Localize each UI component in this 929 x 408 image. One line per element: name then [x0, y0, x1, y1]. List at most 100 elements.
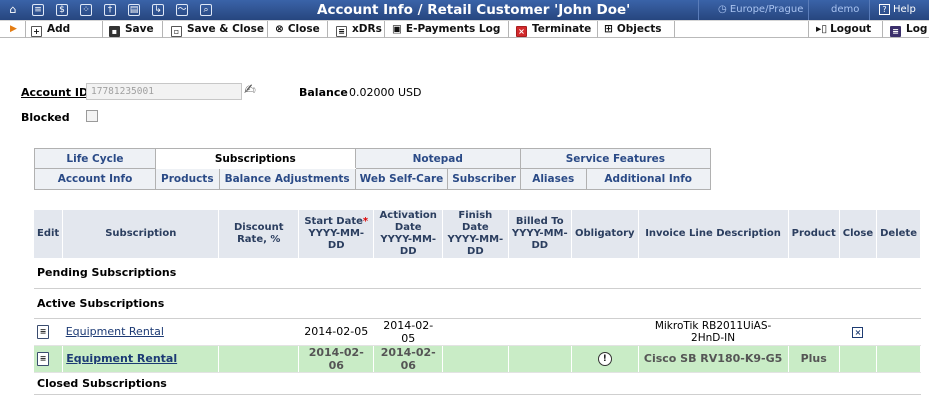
logout-button[interactable]: ▸▯ Logout — [816, 21, 871, 38]
section-pending: Pending Subscriptions — [34, 258, 921, 289]
obligatory-cell — [571, 318, 639, 346]
col-subscription[interactable]: Subscription — [62, 210, 220, 258]
user-name[interactable]: demo — [831, 4, 859, 15]
account-id-label[interactable]: Account ID — [21, 86, 88, 99]
tab-bar: Life Cycle Subscriptions Notepad Service… — [34, 148, 711, 190]
objects-button[interactable]: ⊞ Objects — [604, 21, 661, 38]
help-icon: ? — [879, 4, 890, 15]
finish-date-cell — [442, 318, 509, 346]
toolbar: ▶ + Add ▪ Save ▫ Save & Close ⊗ Close ≡ xDRs … — [0, 20, 929, 38]
section-active: Active Subscriptions — [34, 288, 921, 319]
tab-account-info[interactable]: Account Info — [34, 168, 156, 190]
billed-to-cell — [508, 345, 573, 373]
tab-aliases[interactable]: Aliases — [519, 168, 587, 190]
balance-label: Balance — [299, 86, 348, 99]
subscriptions-table: Edit Subscription Discount Rate, % Start… — [34, 210, 921, 395]
floppy-close-icon: ▫ — [171, 26, 182, 37]
balance-value: 0.02000 USD — [349, 86, 422, 99]
help-link[interactable]: ? Help — [879, 4, 916, 15]
expand-arrow-icon[interactable]: ▶ — [10, 21, 17, 38]
xdrs-button[interactable]: ≡ xDRs — [336, 21, 382, 38]
table-row: ≡ Equipment Rental 2014-02-05 2014-02-05… — [34, 318, 921, 346]
log-icon: ≡ — [890, 26, 901, 37]
close-subscription-icon[interactable]: × — [852, 327, 864, 338]
epayments-log-button[interactable]: ▣ E-Payments Log — [392, 21, 500, 38]
timezone[interactable]: ◷ Europe/Prague — [718, 4, 803, 15]
network-icon[interactable]: ⁘ — [78, 2, 94, 18]
payment-icon: ▣ — [392, 23, 402, 35]
log-button[interactable]: ≡ Log — [890, 21, 927, 38]
billed-to-cell — [508, 318, 572, 346]
tab-additional-info[interactable]: Additional Info — [585, 168, 711, 190]
start-date-cell: 2014-02-06 — [298, 345, 375, 373]
logout-icon: ▸▯ — [816, 23, 828, 35]
activation-date-cell: 2014-02-06 — [373, 345, 444, 373]
account-id-field[interactable] — [86, 83, 242, 100]
person-icon[interactable]: † — [102, 2, 118, 18]
save-close-button[interactable]: ▫ Save & Close — [171, 21, 264, 38]
col-edit: Edit — [34, 210, 64, 258]
tab-balance-adjustments[interactable]: Balance Adjustments — [219, 169, 355, 189]
section-closed: Closed Subscriptions — [34, 372, 921, 395]
tab-products[interactable]: Products — [156, 169, 220, 189]
product-cell — [788, 318, 840, 346]
col-finish-date[interactable]: Finish Date YYYY-MM-DD — [442, 210, 509, 258]
col-close: Close — [839, 210, 878, 258]
add-button[interactable]: + Add — [31, 21, 70, 38]
tab-subscriptions[interactable]: Subscriptions — [155, 148, 356, 169]
timezone-label: Europe/Prague — [729, 4, 804, 15]
col-product[interactable]: Product — [788, 210, 840, 258]
close-circle-icon: ⊗ — [275, 23, 284, 35]
col-obligatory[interactable]: Obligatory — [571, 210, 639, 258]
col-billed-to[interactable]: Billed To YYYY-MM-DD — [508, 210, 573, 258]
col-start-date[interactable]: Start Date* YYYY-MM-DD — [298, 210, 375, 258]
clock-icon: ◷ — [718, 4, 727, 15]
edit-document-icon[interactable]: ≡ — [37, 352, 49, 366]
list-icon[interactable]: ≡ — [30, 2, 46, 18]
terminate-icon: × — [516, 26, 527, 37]
close-button[interactable]: ⊗ Close — [275, 21, 320, 38]
tab-service-features[interactable]: Service Features — [519, 148, 711, 169]
header-divider — [808, 0, 809, 20]
tab-notepad[interactable]: Notepad — [354, 148, 521, 169]
header-divider — [869, 0, 870, 20]
invoice-cell: MikroTik RB2011UiAS-2HnD-IN — [638, 318, 789, 346]
plus-icon: + — [31, 26, 42, 37]
col-discount[interactable]: Discount Rate, % — [218, 210, 300, 258]
edit-pen-icon[interactable]: ✍ — [244, 82, 256, 98]
tab-group: Web Self-Care Subscriber — [354, 168, 521, 190]
routing-icon[interactable]: ↳ — [150, 2, 166, 18]
discount-cell — [218, 345, 300, 373]
blocked-checkbox[interactable] — [86, 110, 98, 122]
help-label: Help — [893, 4, 916, 15]
invoice-cell: Cisco SB RV180-K9-G5 — [638, 345, 789, 373]
stats-icon[interactable]: 〜 — [174, 2, 190, 18]
dollar-icon[interactable]: $ — [54, 2, 70, 18]
subscription-link[interactable]: Equipment Rental — [66, 325, 164, 338]
home-icon[interactable]: ⌂ — [5, 2, 21, 18]
search-icon[interactable]: ⌕ — [198, 2, 214, 18]
tab-subscriber[interactable]: Subscriber — [447, 169, 520, 189]
col-invoice-line[interactable]: Invoice Line Description — [638, 210, 789, 258]
finish-date-cell — [442, 345, 509, 373]
document-icon: ≡ — [336, 26, 347, 37]
activation-date-cell: 2014-02-05 — [373, 318, 443, 346]
blocked-label: Blocked — [21, 111, 70, 124]
col-delete: Delete — [876, 210, 921, 258]
tab-web-self-care[interactable]: Web Self-Care — [355, 169, 449, 189]
save-button[interactable]: ▪ Save — [109, 21, 154, 38]
subscription-link[interactable]: Equipment Rental — [66, 352, 177, 365]
table-header-row: Edit Subscription Discount Rate, % Start… — [34, 210, 921, 258]
tab-life-cycle[interactable]: Life Cycle — [34, 148, 156, 169]
header-divider — [698, 0, 699, 20]
terminate-button[interactable]: × Terminate — [516, 21, 591, 38]
table-row: ≡ Equipment Rental 2014-02-06 2014-02-06… — [34, 345, 921, 373]
edit-document-icon[interactable]: ≡ — [37, 325, 49, 339]
product-cell: Plus — [788, 345, 840, 373]
floppy-icon: ▪ — [109, 26, 120, 37]
objects-icon: ⊞ — [604, 23, 613, 35]
tab-group: Products Balance Adjustments — [155, 168, 356, 190]
col-activation-date[interactable]: Activation Date YYYY-MM-DD — [373, 210, 444, 258]
modules-icon[interactable]: ▤ — [126, 2, 142, 18]
start-date-cell: 2014-02-05 — [298, 318, 374, 346]
